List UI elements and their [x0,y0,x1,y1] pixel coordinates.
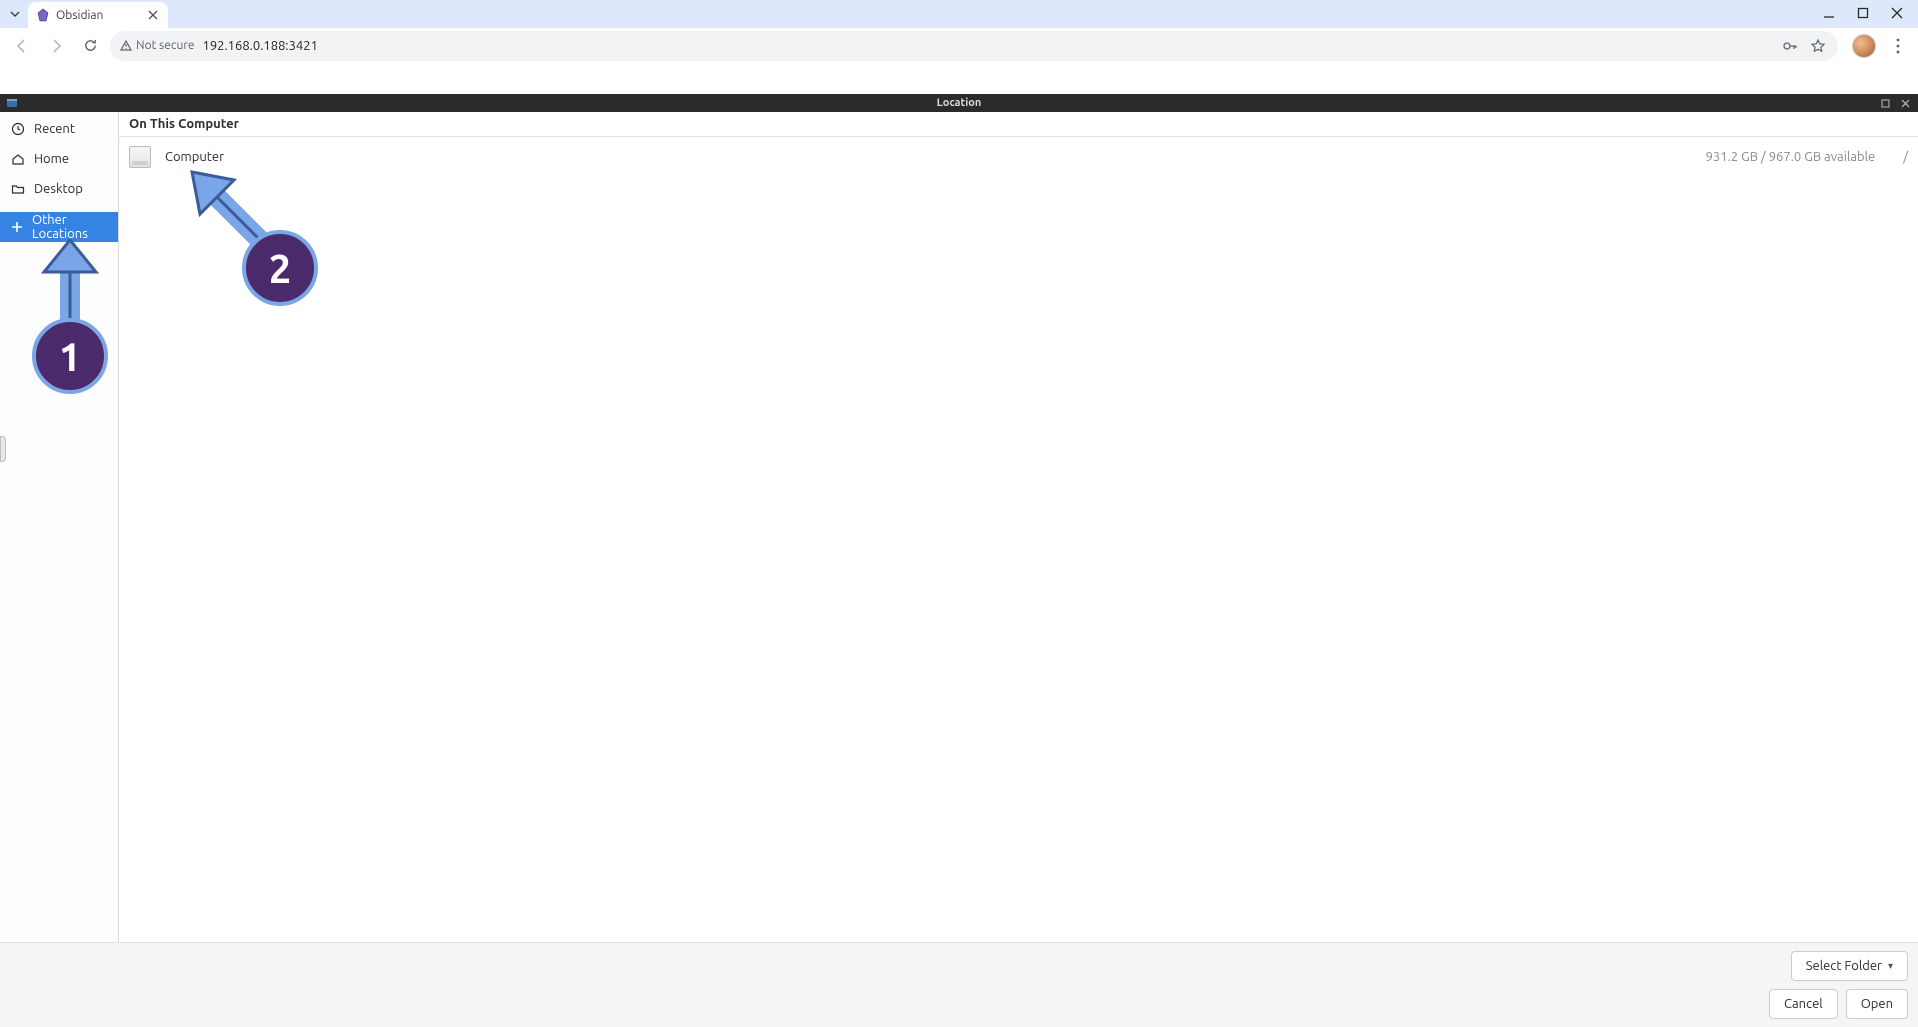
sidebar-item-other-locations[interactable]: Other Locations [0,212,118,242]
tab-close-button[interactable] [146,8,160,22]
drive-icon [129,146,151,168]
reload-button[interactable] [76,32,104,60]
cancel-label: Cancel [1784,997,1823,1011]
back-button[interactable] [8,32,36,60]
kebab-icon [1896,38,1900,54]
maximize-icon [1857,7,1869,19]
reload-icon [83,38,98,53]
obsidian-favicon-icon [36,8,50,22]
dialog-maximize-button[interactable] [1878,96,1892,110]
minimize-icon [1823,7,1835,19]
volume-path: / [1903,150,1908,164]
tab-title: Obsidian [56,9,140,22]
window-maximize-button[interactable] [1854,4,1872,22]
volume-name: Computer [165,150,224,164]
close-icon [148,10,158,20]
sidebar-item-label: Home [34,152,69,166]
profile-avatar[interactable] [1852,34,1876,58]
forward-button[interactable] [42,32,70,60]
sidebar-item-recent[interactable]: Recent [0,114,118,144]
select-folder-dropdown[interactable]: Select Folder ▾ [1791,951,1908,981]
dialog-footer: Select Folder ▾ Cancel Open [0,942,1918,1027]
left-edge-handle[interactable] [0,436,6,462]
dialog-title: Location [937,97,982,109]
password-key-icon[interactable] [1780,36,1800,56]
bookmark-star-button[interactable] [1808,36,1828,56]
sidebar-item-label: Desktop [34,182,83,196]
select-folder-label: Select Folder [1806,959,1882,973]
browser-tab[interactable]: Obsidian [28,2,168,28]
clock-icon [10,121,26,137]
chevron-down-icon [9,8,21,20]
star-icon [1810,38,1826,54]
open-label: Open [1861,997,1893,1011]
close-icon [1901,99,1910,108]
sidebar-item-desktop[interactable]: Desktop [0,174,118,204]
home-icon [10,151,26,167]
plus-icon [10,219,24,235]
security-indicator[interactable]: Not secure [120,39,194,52]
not-secure-label: Not secure [136,39,194,52]
cancel-button[interactable]: Cancel [1769,989,1838,1019]
page-top-gap [0,64,1918,94]
sidebar-item-home[interactable]: Home [0,144,118,174]
browser-tab-strip: Obsidian [0,0,1918,28]
window-close-button[interactable] [1888,4,1906,22]
dialog-close-button[interactable] [1898,96,1912,110]
dialog-main: On This Computer Computer 931.2 GB / 967… [119,112,1918,942]
browser-menu-button[interactable] [1886,38,1910,54]
places-sidebar: Recent Home Desktop Other Locations [0,112,119,942]
sidebar-item-label: Recent [34,122,75,136]
url-text: 192.168.0.188:3421 [202,39,317,53]
folder-icon [10,181,26,197]
chevron-down-icon: ▾ [1888,960,1893,972]
browser-toolbar: Not secure 192.168.0.188:3421 [0,28,1918,64]
arrow-right-icon [48,38,64,54]
open-button[interactable]: Open [1846,989,1908,1019]
close-icon [1891,7,1903,19]
window-minimize-button[interactable] [1820,4,1838,22]
files-app-icon [4,95,20,111]
maximize-icon [1881,99,1890,108]
file-dialog: Location Recent Home Desktop Other Locat [0,94,1918,1027]
volume-row-computer[interactable]: Computer 931.2 GB / 967.0 GB available / [119,137,1918,177]
search-tabs-button[interactable] [4,3,26,25]
volume-capacity: 931.2 GB / 967.0 GB available [1706,150,1876,164]
sidebar-item-label: Other Locations [32,213,108,241]
dialog-titlebar: Location [0,94,1918,112]
section-header: On This Computer [119,112,1918,137]
arrow-left-icon [14,38,30,54]
address-bar[interactable]: Not secure 192.168.0.188:3421 [110,31,1838,61]
warning-icon [120,40,132,52]
window-controls [1820,4,1918,28]
